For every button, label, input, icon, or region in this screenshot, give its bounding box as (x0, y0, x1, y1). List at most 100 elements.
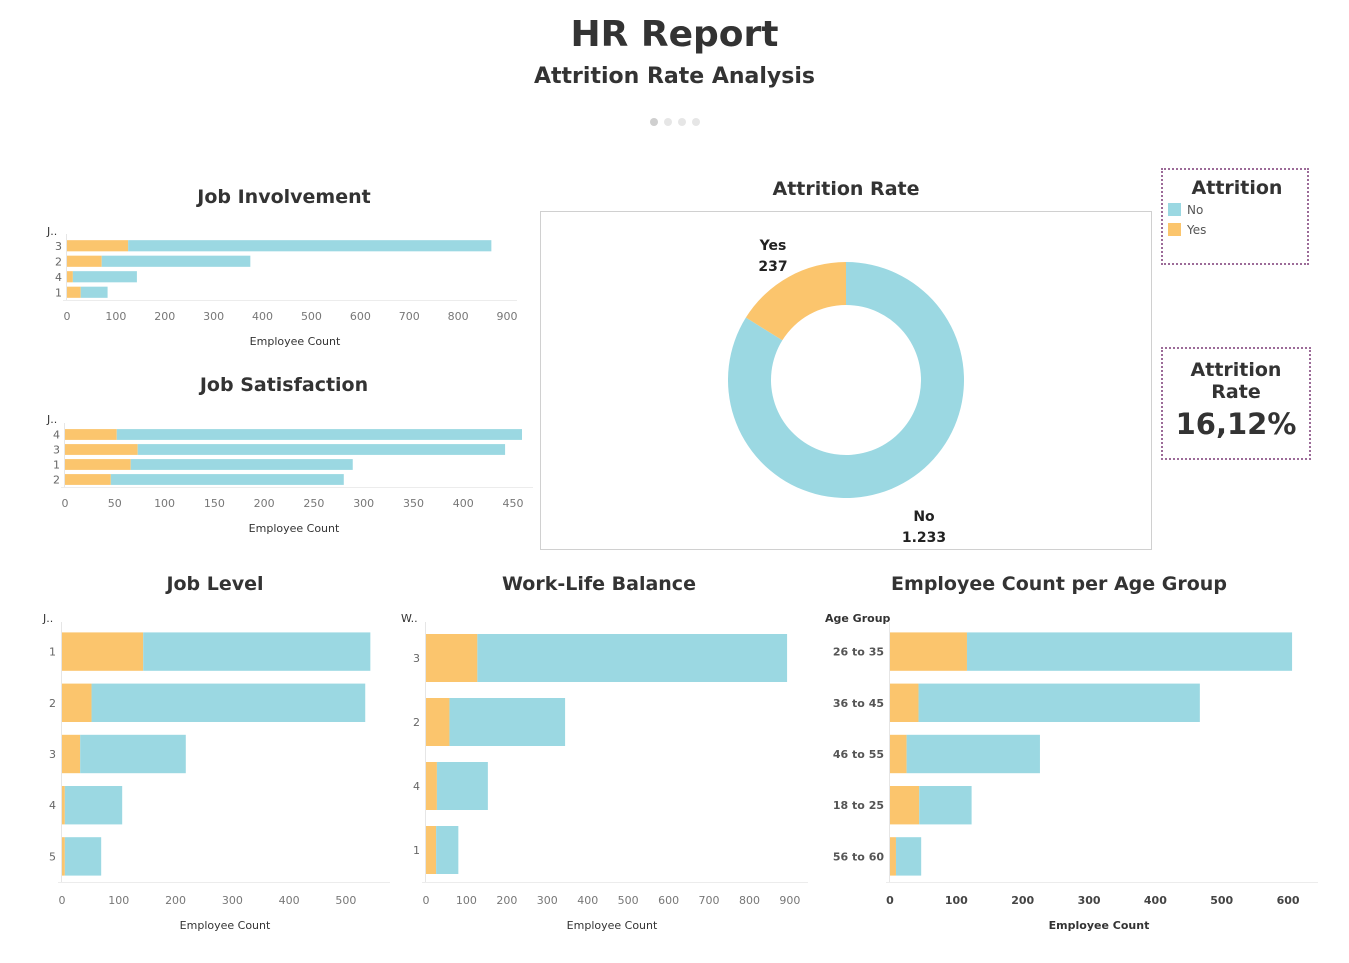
work-life-balance-x-tick: 0 (423, 894, 430, 907)
job-involvement-bar-yes[interactable] (67, 240, 129, 252)
donut-value-no: 1.233 (902, 530, 946, 546)
job-involvement-category-label: 3 (55, 240, 62, 253)
age-group-x-tick: 400 (1144, 894, 1167, 907)
job-level-x-tick: 300 (222, 894, 243, 907)
work-life-balance-x-axis-label: Employee Count (567, 919, 658, 932)
job-involvement-x-tick: 600 (350, 310, 371, 323)
donut-label-yes: Yes (759, 238, 787, 254)
job-satisfaction-bar-no[interactable] (130, 459, 353, 470)
job-level-bar-no[interactable] (64, 837, 102, 876)
work-life-balance-bar-yes[interactable] (426, 698, 450, 746)
job-level-category-label: 1 (49, 646, 56, 659)
job-level-bar-no[interactable] (91, 683, 366, 722)
job-involvement-x-tick: 800 (448, 310, 469, 323)
job-level-bar-no[interactable] (64, 786, 123, 825)
age-group-category-label: 46 to 55 (833, 748, 884, 761)
job-involvement-axis-title: J.. (46, 225, 57, 238)
job-involvement-bar-yes[interactable] (67, 255, 102, 267)
job-level-bar-yes[interactable] (62, 786, 65, 825)
work-life-balance-category-label: 3 (413, 652, 420, 665)
job-involvement-bar-no[interactable] (128, 240, 492, 252)
donut-label-no: No (913, 509, 935, 525)
job-satisfaction-bar-yes[interactable] (65, 429, 117, 440)
job-involvement-bar-yes[interactable] (67, 286, 81, 298)
age-group-bar-yes[interactable] (890, 632, 967, 671)
age-group-category-label: 36 to 45 (833, 697, 884, 710)
work-life-balance-x-tick: 200 (496, 894, 517, 907)
work-life-balance-category-label: 4 (413, 780, 420, 793)
job-involvement-bar-no[interactable] (101, 255, 251, 267)
job-level-bar-no[interactable] (80, 734, 186, 774)
work-life-balance-x-tick: 700 (699, 894, 720, 907)
work-life-balance-x-tick: 900 (779, 894, 800, 907)
work-life-balance-bar-yes[interactable] (426, 762, 437, 810)
age-group-category-label: 56 to 60 (833, 850, 884, 863)
job-satisfaction-bar-no[interactable] (110, 474, 344, 485)
legend-item-yes[interactable]: Yes (1168, 222, 1206, 238)
job-level-bar-yes[interactable] (62, 734, 81, 774)
legend-item-no[interactable]: No (1168, 202, 1203, 218)
age-group-bar-yes[interactable] (890, 683, 919, 722)
work-life-balance-category-label: 2 (413, 716, 420, 729)
job-satisfaction-x-tick: 400 (453, 497, 474, 510)
job-involvement-bar-yes[interactable] (67, 271, 73, 283)
age-group-bar-yes[interactable] (890, 837, 896, 876)
job-satisfaction-bar-no[interactable] (116, 429, 523, 440)
job-satisfaction-bar-no[interactable] (137, 444, 506, 455)
job-involvement-x-tick: 400 (252, 310, 273, 323)
job-satisfaction-x-tick: 100 (154, 497, 175, 510)
work-life-balance-bar-yes[interactable] (426, 634, 478, 682)
age-group-x-tick: 300 (1078, 894, 1101, 907)
age-group-bar-no[interactable] (918, 683, 1200, 722)
age-group-bar-yes[interactable] (890, 734, 907, 774)
job-satisfaction-bar-yes[interactable] (65, 474, 111, 485)
job-level-x-axis-label: Employee Count (180, 919, 271, 932)
attrition-rate-kpi: Attrition Rate 16,12% (1161, 347, 1311, 460)
job-involvement-bar-no[interactable] (80, 286, 108, 298)
age-group-bar-no[interactable] (966, 632, 1293, 671)
job-satisfaction-category-label: 3 (53, 444, 60, 457)
job-satisfaction-bar-yes[interactable] (65, 444, 138, 455)
job-level-bar-yes[interactable] (62, 683, 92, 722)
age-group-chart: Age Group 26 to 35 36 to 45 46 to 55 18 to 2… (825, 612, 1318, 932)
work-life-balance-x-tick: 400 (577, 894, 598, 907)
job-satisfaction-x-tick: 200 (254, 497, 275, 510)
job-level-bar-no[interactable] (143, 632, 371, 671)
work-life-balance-bar-no[interactable] (449, 698, 566, 746)
work-life-balance-bar-no[interactable] (477, 634, 788, 682)
work-life-balance-category-label: 1 (413, 844, 420, 857)
work-life-balance-chart: W.. 3 2 4 1 0 100 200 300 400 500 600 700 800 900 Emplo… (401, 612, 808, 932)
job-involvement-x-tick: 100 (105, 310, 126, 323)
work-life-balance-axis-title: W.. (401, 612, 418, 625)
age-group-x-tick: 200 (1011, 894, 1034, 907)
work-life-balance-bar-no[interactable] (436, 762, 488, 810)
job-level-bar-yes[interactable] (62, 632, 144, 671)
job-involvement-x-tick: 900 (497, 310, 518, 323)
job-satisfaction-bar-yes[interactable] (65, 459, 131, 470)
age-group-x-tick: 0 (886, 894, 894, 907)
work-life-balance-bar-yes[interactable] (426, 826, 437, 874)
kpi-value: 16,12% (1175, 407, 1297, 441)
job-satisfaction-x-tick: 50 (108, 497, 122, 510)
age-group-bar-yes[interactable] (890, 786, 920, 825)
work-life-balance-bar-no[interactable] (436, 826, 459, 874)
job-satisfaction-x-axis-label: Employee Count (249, 522, 340, 535)
donut-value-yes: 237 (758, 259, 787, 275)
age-group-x-tick: 600 (1277, 894, 1300, 907)
job-level-chart: J.. 1 2 3 4 5 0 100 200 300 400 500 Employee Count (42, 612, 390, 932)
age-group-category-label: 26 to 35 (833, 646, 884, 659)
age-group-bar-no[interactable] (919, 786, 972, 825)
work-life-balance-x-tick: 800 (739, 894, 760, 907)
legend-label-yes: Yes (1187, 223, 1207, 237)
job-level-bar-yes[interactable] (62, 837, 65, 876)
age-group-bar-no[interactable] (906, 734, 1040, 774)
job-level-x-tick: 200 (165, 894, 186, 907)
job-involvement-chart: J.. 3 2 4 10 100 200 300 400 500 600 700 800 900 Emplo… (46, 225, 518, 348)
job-satisfaction-axis-title: J.. (46, 413, 57, 426)
attrition-donut-chart: No 1.233 Yes 237 (728, 238, 964, 546)
job-level-axis-title: J.. (42, 612, 53, 625)
job-involvement-bar-no[interactable] (72, 271, 137, 283)
age-group-bar-no[interactable] (895, 837, 922, 876)
job-level-x-tick: 500 (335, 894, 356, 907)
job-level-category-label: 3 (49, 748, 56, 761)
